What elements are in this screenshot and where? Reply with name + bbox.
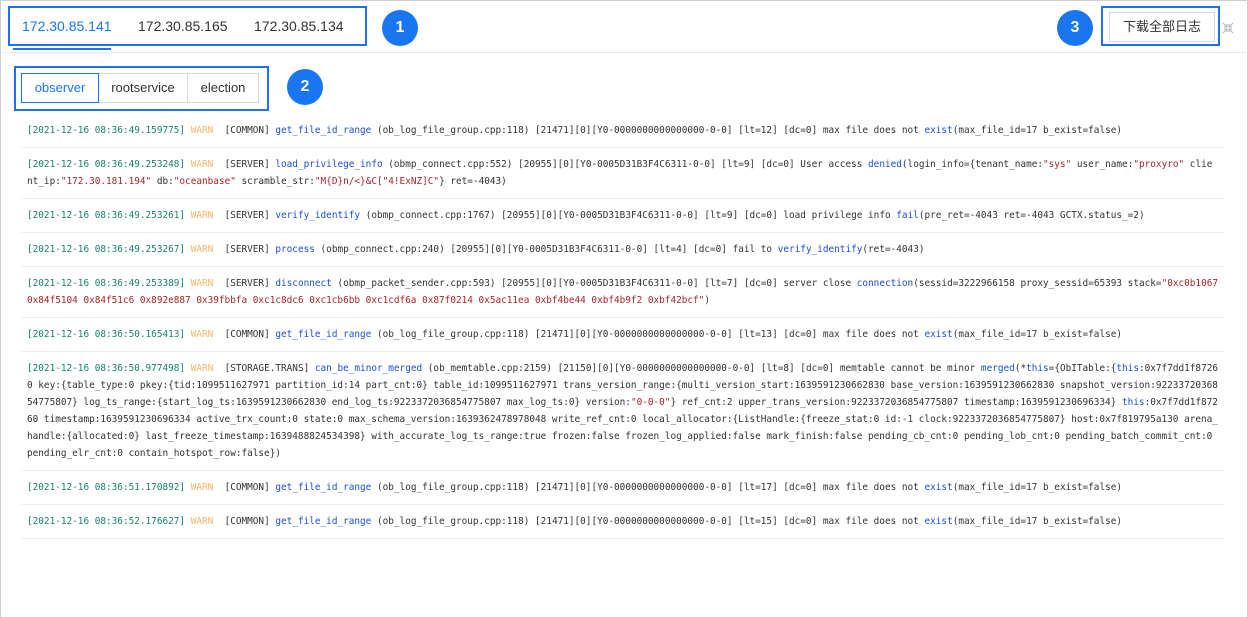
log-string: "proxyro" bbox=[1133, 159, 1185, 170]
log-text: [COMMON] bbox=[213, 125, 276, 136]
log-level: WARN bbox=[190, 363, 214, 374]
log-keyword: exist bbox=[924, 482, 953, 493]
log-keyword: denied bbox=[868, 159, 902, 170]
log-timestamp: [2021-12-16 08:36:50.165413] bbox=[27, 329, 186, 340]
log-text: [COMMON] bbox=[213, 482, 276, 493]
log-keyword: get_file_id_range bbox=[275, 516, 372, 527]
log-entry: [2021-12-16 08:36:50.165413] WARN [COMMO… bbox=[21, 318, 1224, 352]
callout-badge-2: 2 bbox=[287, 69, 323, 105]
log-level: WARN bbox=[190, 159, 214, 170]
log-text: (max_file_id=17 b_exist=false) bbox=[952, 516, 1123, 527]
log-string: "172.30.181.194" bbox=[60, 176, 152, 187]
log-text: [SERVER] bbox=[213, 210, 276, 221]
log-text: scramble_str: bbox=[235, 176, 315, 187]
log-keyword: exist bbox=[924, 516, 953, 527]
log-text: } ref_cnt:2 upper_trans_version:92233720… bbox=[670, 397, 1122, 408]
log-level: WARN bbox=[190, 125, 214, 136]
log-text: (obmp_packet_sender.cpp:593) [20955][0][… bbox=[331, 278, 857, 289]
log-entry: [2021-12-16 08:36:51.170892] WARN [COMMO… bbox=[21, 471, 1224, 505]
log-timestamp: [2021-12-16 08:36:49.253248] bbox=[27, 159, 186, 170]
log-timestamp: [2021-12-16 08:36:49.253261] bbox=[27, 210, 186, 221]
log-keyword: verify_identify bbox=[275, 210, 361, 221]
log-text: [SERVER] bbox=[213, 244, 276, 255]
log-text: (obmp_connect.cpp:1767) [20955][0][Y0-00… bbox=[360, 210, 897, 221]
log-timestamp: [2021-12-16 08:36:51.170892] bbox=[27, 482, 186, 493]
log-text: (login_info={tenant_name: bbox=[901, 159, 1044, 170]
log-keyword: process bbox=[275, 244, 315, 255]
log-text: (max_file_id=17 b_exist=false) bbox=[952, 125, 1123, 136]
log-keyword: merged bbox=[980, 363, 1015, 374]
log-string: "M{D}n/<}&C["4!ExNZ]C" bbox=[314, 176, 440, 187]
log-keyword: this bbox=[1122, 397, 1145, 408]
log-entry: [2021-12-16 08:36:52.176627] WARN [COMMO… bbox=[21, 505, 1224, 539]
log-keyword: load_privilege_info bbox=[275, 159, 383, 170]
log-keyword: connection bbox=[856, 278, 914, 289]
log-entry: [2021-12-16 08:36:49.159775] WARN [COMMO… bbox=[21, 114, 1224, 148]
log-text: (ret=-4043) bbox=[862, 244, 925, 255]
log-keyword: verify_identify bbox=[777, 244, 863, 255]
log-keyword: this bbox=[1116, 363, 1139, 374]
log-text: [COMMON] bbox=[213, 329, 276, 340]
log-level: WARN bbox=[190, 244, 214, 255]
log-text: [SERVER] bbox=[213, 278, 276, 289]
log-timestamp: [2021-12-16 08:36:50.977498] bbox=[27, 363, 186, 374]
active-tab-indicator bbox=[13, 48, 111, 50]
log-list: [2021-12-16 08:36:49.159775] WARN [COMMO… bbox=[21, 114, 1224, 539]
log-text: ={ObITable:{ bbox=[1048, 363, 1117, 374]
callout-box-host-tabs bbox=[8, 6, 367, 46]
log-level: WARN bbox=[190, 329, 214, 340]
log-text: user_name: bbox=[1071, 159, 1134, 170]
log-text: (obmp_connect.cpp:552) [20955][0][Y0-000… bbox=[382, 159, 869, 170]
log-entry: [2021-12-16 08:36:49.253389] WARN [SERVE… bbox=[21, 267, 1224, 318]
log-string: "oceanbase" bbox=[173, 176, 236, 187]
log-text: } ret=-4043) bbox=[439, 176, 507, 187]
log-timestamp: [2021-12-16 08:36:49.159775] bbox=[27, 125, 186, 136]
log-keyword: get_file_id_range bbox=[275, 482, 372, 493]
log-keyword: can_be_minor_merged bbox=[314, 363, 423, 374]
log-level: WARN bbox=[190, 210, 214, 221]
log-text: (sessid=3222966158 proxy_sessid=65393 st… bbox=[913, 278, 1162, 289]
log-text: (obmp_connect.cpp:240) [20955][0][Y0-000… bbox=[314, 244, 778, 255]
log-keyword: this bbox=[1026, 363, 1049, 374]
log-level: WARN bbox=[190, 278, 214, 289]
collapse-icon[interactable] bbox=[1222, 22, 1234, 34]
log-text: db: bbox=[151, 176, 174, 187]
log-text: (ob_log_file_group.cpp:118) [21471][0][Y… bbox=[371, 329, 925, 340]
callout-badge-3: 3 bbox=[1057, 10, 1093, 46]
log-entry: [2021-12-16 08:36:49.253261] WARN [SERVE… bbox=[21, 199, 1224, 233]
log-keyword: fail bbox=[896, 210, 919, 221]
module-observer[interactable]: observer bbox=[21, 73, 99, 103]
log-text: (pre_ret=-4043 ret=-4043 GCTX.status_=2) bbox=[918, 210, 1145, 221]
log-keyword: disconnect bbox=[275, 278, 332, 289]
log-timestamp: [2021-12-16 08:36:49.253267] bbox=[27, 244, 186, 255]
log-text: (max_file_id=17 b_exist=false) bbox=[952, 329, 1123, 340]
log-text: [COMMON] bbox=[213, 516, 276, 527]
log-keyword: get_file_id_range bbox=[275, 125, 372, 136]
log-text: ) bbox=[704, 295, 710, 306]
log-level: WARN bbox=[190, 516, 214, 527]
log-timestamp: [2021-12-16 08:36:49.253389] bbox=[27, 278, 186, 289]
callout-badge-1: 1 bbox=[382, 10, 418, 46]
log-entry: [2021-12-16 08:36:49.253267] WARN [SERVE… bbox=[21, 233, 1224, 267]
log-text: (ob_log_file_group.cpp:118) [21471][0][Y… bbox=[371, 482, 925, 493]
log-keyword: exist bbox=[924, 125, 953, 136]
log-text: (ob_log_file_group.cpp:118) [21471][0][Y… bbox=[371, 516, 925, 527]
log-keyword: get_file_id_range bbox=[275, 329, 372, 340]
log-text: (ob_memtable.cpp:2159) [21150][0][Y0-000… bbox=[422, 363, 981, 374]
log-keyword: exist bbox=[924, 329, 953, 340]
log-string: "0-0-0" bbox=[630, 397, 671, 408]
callout-box-download bbox=[1101, 6, 1220, 46]
log-text: [SERVER] bbox=[213, 159, 276, 170]
log-viewer-panel: 172.30.85.141 172.30.85.165 172.30.85.13… bbox=[0, 0, 1248, 618]
log-string: "sys" bbox=[1043, 159, 1072, 170]
log-entry: [2021-12-16 08:36:50.977498] WARN [STORA… bbox=[21, 352, 1224, 471]
log-text: (* bbox=[1014, 363, 1027, 374]
log-timestamp: [2021-12-16 08:36:52.176627] bbox=[27, 516, 186, 527]
log-text: (ob_log_file_group.cpp:118) [21471][0][Y… bbox=[371, 125, 925, 136]
log-text: [STORAGE.TRANS] bbox=[213, 363, 315, 374]
log-level: WARN bbox=[190, 482, 214, 493]
log-text: (max_file_id=17 b_exist=false) bbox=[952, 482, 1123, 493]
log-entry: [2021-12-16 08:36:49.253248] WARN [SERVE… bbox=[21, 148, 1224, 199]
